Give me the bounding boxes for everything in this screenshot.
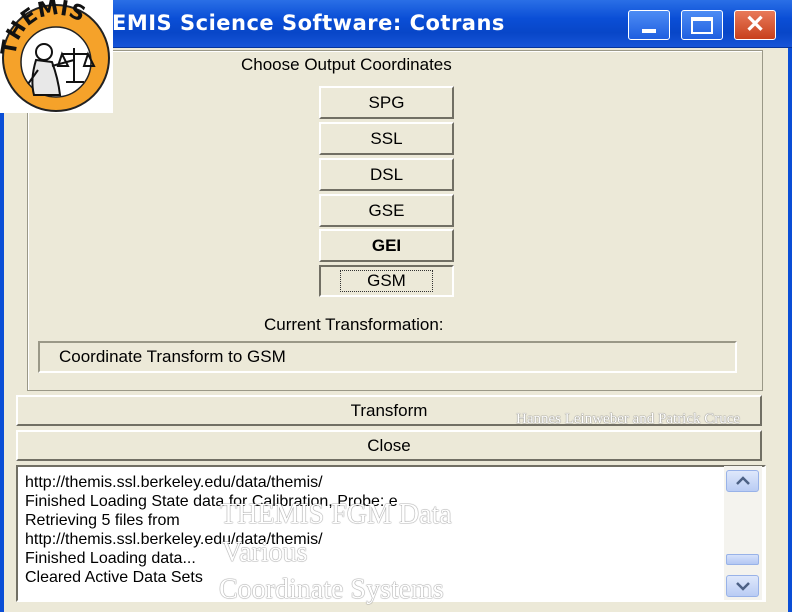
gei-button-label: GEI [371,235,402,255]
transform-button-label: Transform [350,400,428,420]
minimize-button[interactable] [628,10,670,40]
dsl-button-label: DSL [369,164,404,184]
current-transformation-field: Coordinate Transform to GSM [38,341,737,373]
logo-graphic: THEMIS [0,0,110,112]
chevron-up-icon [735,476,750,485]
minimize-icon [642,29,656,33]
output-coordinates-label: Choose Output Coordinates [241,55,452,74]
themis-logo: THEMIS [0,0,113,113]
spg-button[interactable]: SPG [319,86,454,119]
log-line: Finished Loading data... [25,550,196,567]
gsm-button[interactable]: GSM [319,265,454,297]
overlay-title-line3: Coordinate Systems [219,574,444,605]
log-line: Cleared Active Data Sets [25,569,203,586]
scroll-thumb[interactable] [726,554,759,565]
gei-button[interactable]: GEI [319,229,454,262]
gse-button[interactable]: GSE [319,194,454,227]
scroll-up-button[interactable] [726,470,759,492]
scroll-down-button[interactable] [726,575,759,597]
maximize-button[interactable] [681,10,723,40]
chevron-down-icon [735,582,750,591]
close-icon: ✕ [744,11,766,38]
log-scrollbar[interactable] [724,466,762,600]
gsm-button-label: GSM [340,270,433,292]
dsl-button[interactable]: DSL [319,158,454,191]
overlay-title-line1: THEMIS FGM Data [220,499,452,530]
maximize-icon [691,16,713,34]
ssl-button[interactable]: SSL [319,122,454,155]
ssl-button-label: SSL [370,128,403,148]
spg-button-label: SPG [368,92,405,112]
close-button-label: Close [367,435,411,455]
log-line: Retrieving 5 files from [25,512,180,529]
log-line: http://themis.ssl.berkeley.edu/data/them… [25,474,323,491]
current-transformation-label: Current Transformation: [264,315,444,334]
overlay-title-line2: Various [222,537,308,568]
title-bar[interactable]: EMIS Science Software: Cotrans ✕ [0,0,792,48]
close-button[interactable]: Close [16,430,762,461]
window-title: EMIS Science Software: Cotrans [112,11,505,35]
close-window-button[interactable]: ✕ [734,10,776,40]
authors-caption: Hannes Leinweber and Patrick Cruce [516,411,741,427]
gse-button-label: GSE [368,200,405,220]
